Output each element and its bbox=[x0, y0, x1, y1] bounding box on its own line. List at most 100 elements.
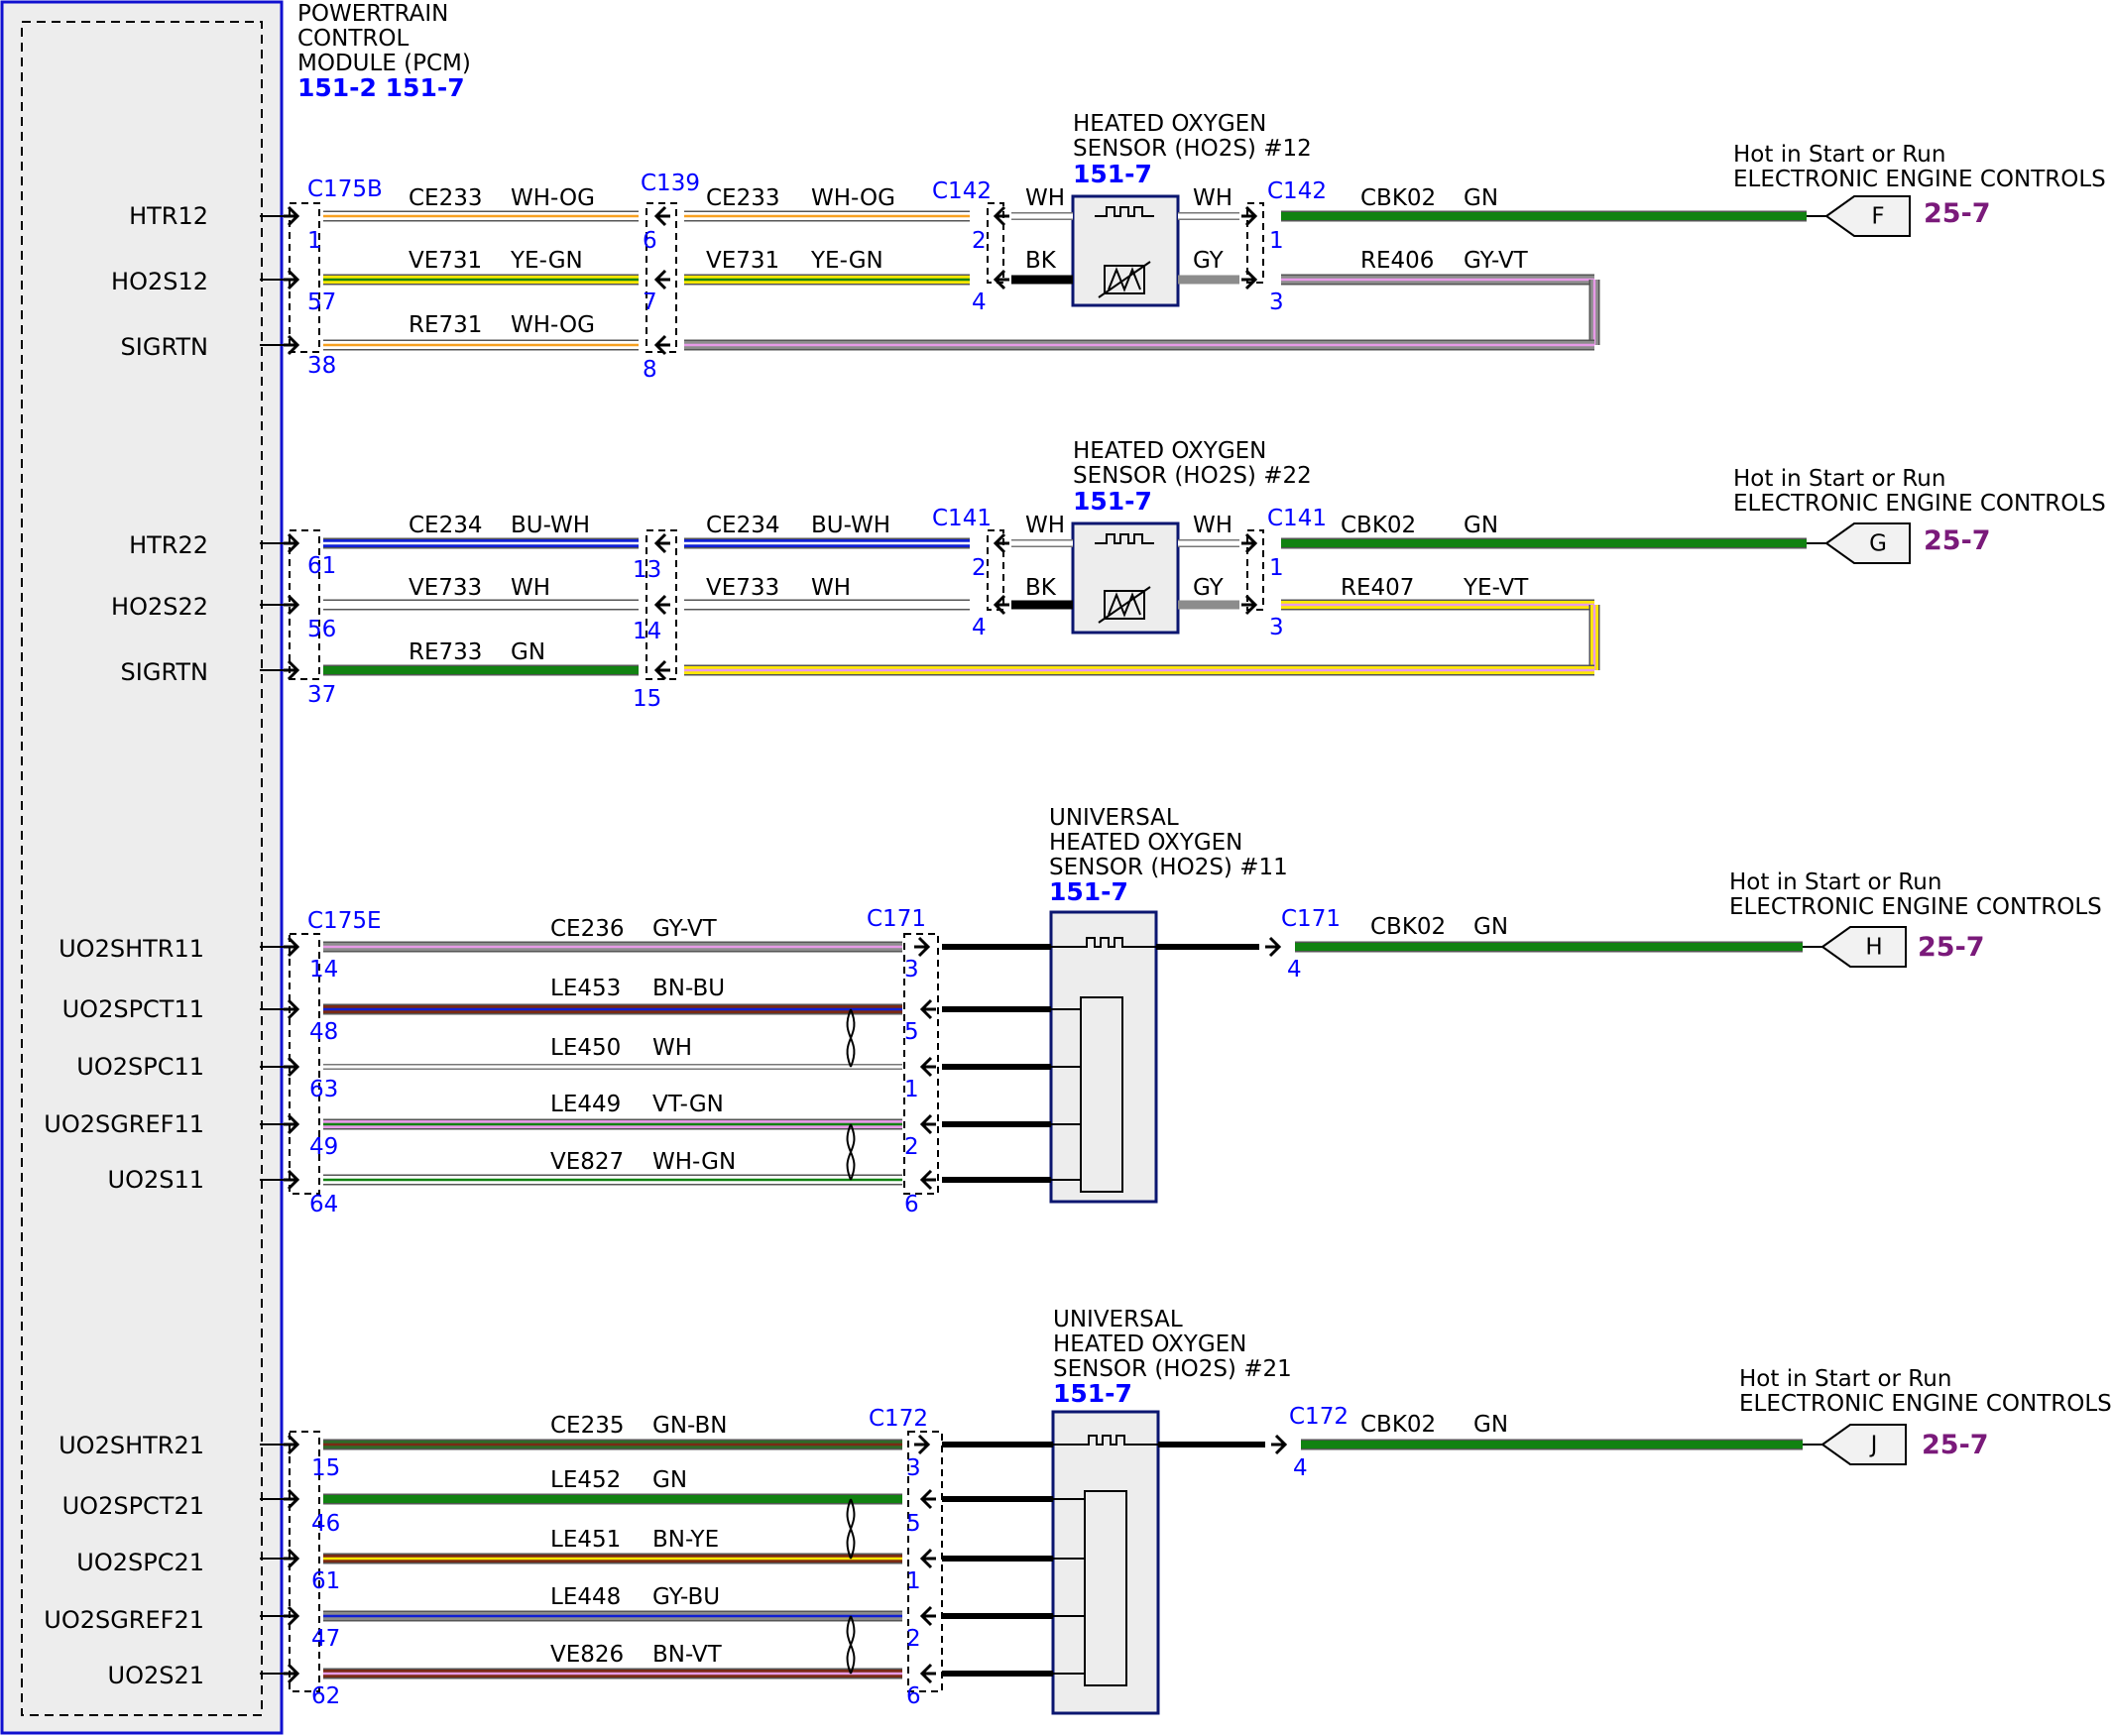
pin-c175e-49: 49 bbox=[309, 1134, 338, 1160]
circuit-ve733-a[interactable]: VE733 bbox=[409, 575, 482, 601]
pin-c175e-64: 64 bbox=[309, 1192, 338, 1217]
sensor-uo2s21-label-1: UNIVERSAL bbox=[1053, 1307, 1183, 1332]
connector-c139[interactable]: C139 bbox=[641, 171, 700, 196]
sensor-uo2s21-ref[interactable]: 151-7 bbox=[1053, 1379, 1132, 1408]
color-bn-ye: BN-YE bbox=[652, 1527, 719, 1553]
pin-c175e-63: 63 bbox=[309, 1077, 338, 1102]
lead-gy-return: GY bbox=[1193, 248, 1225, 274]
color-gy-vt-ce236: GY-VT bbox=[652, 916, 718, 942]
circuit-cbk02-f[interactable]: CBK02 bbox=[1360, 185, 1436, 211]
circuit-re406[interactable]: RE406 bbox=[1360, 248, 1434, 274]
color-wh-og-b: WH-OG bbox=[811, 185, 895, 211]
connector-c141-sensor[interactable]: C141 bbox=[932, 506, 992, 531]
feed-f-page-ref[interactable]: 25-7 bbox=[1924, 198, 1991, 229]
pin-c172-5: 5 bbox=[906, 1511, 921, 1537]
pcm-page-refs[interactable]: 151-2 151-7 bbox=[297, 73, 465, 102]
sensor-uo2s11-ref[interactable]: 151-7 bbox=[1049, 877, 1128, 906]
circuit-re731[interactable]: RE731 bbox=[409, 312, 482, 338]
color-wh-a: WH bbox=[511, 575, 550, 601]
signal-uo2shtr21: UO2SHTR21 bbox=[59, 1432, 204, 1459]
lead-wh-heater-out-2: WH bbox=[1193, 513, 1232, 538]
color-wh-og-a: WH-OG bbox=[511, 185, 595, 211]
pin-c142-out-3: 3 bbox=[1269, 289, 1284, 315]
circuit-ce233-b[interactable]: CE233 bbox=[706, 185, 780, 211]
circuit-le450[interactable]: LE450 bbox=[550, 1035, 621, 1061]
feed-h-page-ref[interactable]: 25-7 bbox=[1918, 932, 1985, 963]
connector-c172-sensor[interactable]: C172 bbox=[869, 1406, 928, 1432]
feed-tag-letter-G: G bbox=[1869, 531, 1887, 557]
sensor-ho2s12-label-2: SENSOR (HO2S) #12 bbox=[1073, 136, 1312, 162]
pin-c139-15: 15 bbox=[633, 686, 661, 712]
twisted-pair-icon-uo2s21-a bbox=[846, 1498, 856, 1560]
signal-uo2shtr11: UO2SHTR11 bbox=[59, 935, 204, 963]
signal-uo2sgref21: UO2SGREF21 bbox=[44, 1606, 204, 1634]
color-bn-bu: BN-BU bbox=[652, 976, 725, 1001]
pin-c171-3: 3 bbox=[904, 957, 919, 983]
circuit-le448[interactable]: LE448 bbox=[550, 1584, 621, 1610]
connector-c142-sensor[interactable]: C142 bbox=[932, 178, 992, 204]
color-gn-j: GN bbox=[1473, 1412, 1508, 1438]
circuit-le453[interactable]: LE453 bbox=[550, 976, 621, 1001]
circuit-ve731-b[interactable]: VE731 bbox=[706, 248, 779, 274]
twisted-pair-icon-uo2s21-b bbox=[846, 1615, 856, 1675]
feed-j-page-ref[interactable]: 25-7 bbox=[1922, 1430, 1989, 1460]
feed-f-label-2: ELECTRONIC ENGINE CONTROLS bbox=[1733, 167, 2106, 192]
connector-c175e[interactable]: C175E bbox=[307, 908, 382, 934]
color-gy-vt: GY-VT bbox=[1464, 248, 1529, 274]
pin-c175e-48: 48 bbox=[309, 1019, 338, 1045]
sensor-uo2s21-label-2: HEATED OXYGEN bbox=[1053, 1331, 1246, 1357]
sensor-uo2s11-label-1: UNIVERSAL bbox=[1049, 805, 1179, 831]
feed-tag-J bbox=[1820, 1424, 1907, 1465]
circuit-ce235[interactable]: CE235 bbox=[550, 1413, 625, 1439]
connector-c175b[interactable]: C175B bbox=[307, 176, 383, 202]
circuit-ce236[interactable]: CE236 bbox=[550, 916, 625, 942]
feed-tag-H bbox=[1820, 926, 1907, 968]
pin-c175b-57: 57 bbox=[307, 289, 336, 315]
feed-h-label-2: ELECTRONIC ENGINE CONTROLS bbox=[1729, 894, 2102, 920]
circuit-cbk02-j[interactable]: CBK02 bbox=[1360, 1412, 1436, 1438]
circuit-ve733-b[interactable]: VE733 bbox=[706, 575, 779, 601]
circuit-le449[interactable]: LE449 bbox=[550, 1092, 621, 1117]
pin-c171-1: 1 bbox=[904, 1077, 919, 1102]
feed-tag-letter-F: F bbox=[1871, 204, 1884, 230]
sensor-ho2s22-box[interactable] bbox=[1071, 521, 1180, 635]
color-ye-gn-b: YE-GN bbox=[810, 248, 883, 274]
circuit-re407[interactable]: RE407 bbox=[1341, 575, 1414, 601]
lead-wh-heater-out: WH bbox=[1193, 185, 1232, 211]
color-bu-wh-b: BU-WH bbox=[811, 513, 890, 538]
lead-gy-return-2: GY bbox=[1193, 575, 1225, 601]
pcm-module: POWERTRAIN CONTROL MODULE (PCM) 151-2 15… bbox=[0, 0, 471, 1735]
wiring-diagram: POWERTRAIN CONTROL MODULE (PCM) 151-2 15… bbox=[0, 0, 2112, 1735]
circuit-cbk02-g[interactable]: CBK02 bbox=[1341, 513, 1416, 538]
sensor-ho2s12-ref[interactable]: 151-7 bbox=[1073, 160, 1152, 188]
pin-c142-4: 4 bbox=[972, 289, 987, 315]
circuit-le452[interactable]: LE452 bbox=[550, 1467, 621, 1493]
feed-g-label-1: Hot in Start or Run bbox=[1733, 466, 1945, 492]
circuit-re733[interactable]: RE733 bbox=[409, 639, 482, 665]
pcm-title-line-2: CONTROL bbox=[297, 26, 410, 52]
feed-g-page-ref[interactable]: 25-7 bbox=[1924, 525, 1991, 556]
circuit-ve827[interactable]: VE827 bbox=[550, 1149, 624, 1175]
sensor-ho2s22-label-2: SENSOR (HO2S) #22 bbox=[1073, 463, 1312, 489]
connector-c171-out[interactable]: C171 bbox=[1281, 906, 1341, 932]
sensor-ho2s12-label-1: HEATED OXYGEN bbox=[1073, 111, 1266, 137]
section-uo2s21: C172 C172 UO2SHTR21 UO2SPCT21 UO2SPC21 U… bbox=[44, 1307, 2112, 1715]
circuit-le451[interactable]: LE451 bbox=[550, 1527, 621, 1553]
pin-c139-7: 7 bbox=[643, 289, 657, 315]
connector-c171-sensor[interactable]: C171 bbox=[867, 906, 926, 932]
pin-c175b-37: 37 bbox=[307, 682, 336, 708]
signal-uo2sgref11: UO2SGREF11 bbox=[44, 1110, 204, 1138]
sensor-ho2s22-ref[interactable]: 151-7 bbox=[1073, 487, 1152, 516]
circuit-ve731-a[interactable]: VE731 bbox=[409, 248, 482, 274]
pin-c172-out-4: 4 bbox=[1293, 1455, 1308, 1481]
connector-c141-out[interactable]: C141 bbox=[1267, 506, 1327, 531]
pin-c175e-46: 46 bbox=[311, 1511, 340, 1537]
circuit-cbk02-h[interactable]: CBK02 bbox=[1370, 914, 1446, 940]
circuit-ce234-a[interactable]: CE234 bbox=[409, 513, 483, 538]
connector-c142-out[interactable]: C142 bbox=[1267, 178, 1327, 204]
circuit-ce233-a[interactable]: CE233 bbox=[409, 185, 483, 211]
circuit-ve826[interactable]: VE826 bbox=[550, 1642, 624, 1668]
connector-c172-out[interactable]: C172 bbox=[1289, 1404, 1349, 1430]
lead-wh-heater-in-2: WH bbox=[1025, 513, 1065, 538]
circuit-ce234-b[interactable]: CE234 bbox=[706, 513, 780, 538]
